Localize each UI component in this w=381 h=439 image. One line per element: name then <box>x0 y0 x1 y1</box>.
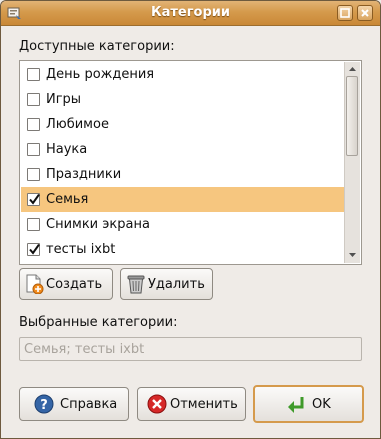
ok-button[interactable]: OK <box>253 385 364 423</box>
category-checkbox[interactable] <box>27 243 40 256</box>
checkmark-icon <box>29 244 40 255</box>
cancel-button-label: Отменить <box>170 397 238 412</box>
help-button[interactable]: ? Справка <box>19 387 129 421</box>
help-icon: ? <box>34 394 54 414</box>
category-checkbox[interactable] <box>27 93 40 106</box>
category-label: Наука <box>46 142 88 157</box>
category-row[interactable]: Любимое <box>21 112 346 137</box>
close-icon <box>361 9 369 17</box>
cancel-icon <box>147 394 167 414</box>
category-row[interactable]: День рождения <box>21 62 346 87</box>
window-title: Категории <box>151 5 230 20</box>
enter-arrow-icon <box>288 397 304 413</box>
create-button-label: Создать <box>46 277 103 292</box>
selected-categories-label: Выбранные категории: <box>19 315 178 330</box>
help-button-label: Справка <box>60 397 118 412</box>
checkmark-icon <box>29 194 40 205</box>
categories-dialog: Категории Доступные категории: День рожд… <box>0 0 381 439</box>
maximize-icon <box>340 8 350 18</box>
category-label: Любимое <box>46 117 109 132</box>
category-row[interactable]: Праздники <box>21 162 346 187</box>
title-bar[interactable]: Категории <box>1 1 380 26</box>
create-button[interactable]: Создать <box>19 268 113 300</box>
category-row[interactable]: Снимки экрана <box>21 212 346 237</box>
category-row[interactable]: Наука <box>21 137 346 162</box>
category-row[interactable]: Семья <box>21 187 346 212</box>
delete-button-label: Удалить <box>148 277 205 292</box>
svg-text:?: ? <box>40 398 48 413</box>
close-button[interactable] <box>357 5 373 21</box>
categories-scrollbar[interactable] <box>344 62 360 263</box>
scroll-down-icon[interactable] <box>348 250 357 259</box>
category-label: тесты ixbt <box>46 242 116 257</box>
delete-button[interactable]: Удалить <box>120 268 213 300</box>
scroll-up-icon[interactable] <box>348 65 357 74</box>
selected-categories-value: Семья; тесты ixbt <box>24 342 145 357</box>
category-checkbox[interactable] <box>27 193 40 206</box>
category-label: Снимки экрана <box>46 217 150 232</box>
trash-icon <box>127 275 145 294</box>
category-label: Игры <box>46 92 82 107</box>
category-checkbox[interactable] <box>27 168 40 181</box>
category-label: День рождения <box>46 67 155 82</box>
category-row[interactable]: Игры <box>21 87 346 112</box>
maximize-button[interactable] <box>337 5 353 21</box>
category-label: Семья <box>46 192 89 207</box>
cancel-button[interactable]: Отменить <box>137 387 246 421</box>
available-categories-label: Доступные категории: <box>19 39 175 54</box>
selected-categories-field: Семья; тесты ixbt <box>19 337 362 361</box>
category-checkbox[interactable] <box>27 68 40 81</box>
scrollbar-thumb[interactable] <box>346 76 358 156</box>
category-checkbox[interactable] <box>27 218 40 231</box>
category-row[interactable]: тесты ixbt <box>21 237 346 262</box>
new-document-icon <box>26 274 44 294</box>
category-checkbox[interactable] <box>27 143 40 156</box>
category-checkbox[interactable] <box>27 118 40 131</box>
category-label: Праздники <box>46 167 122 182</box>
categories-list[interactable]: День рождения Игры Любимое Наука Праздники Се… <box>19 60 362 265</box>
ok-button-label: OK <box>312 397 331 412</box>
